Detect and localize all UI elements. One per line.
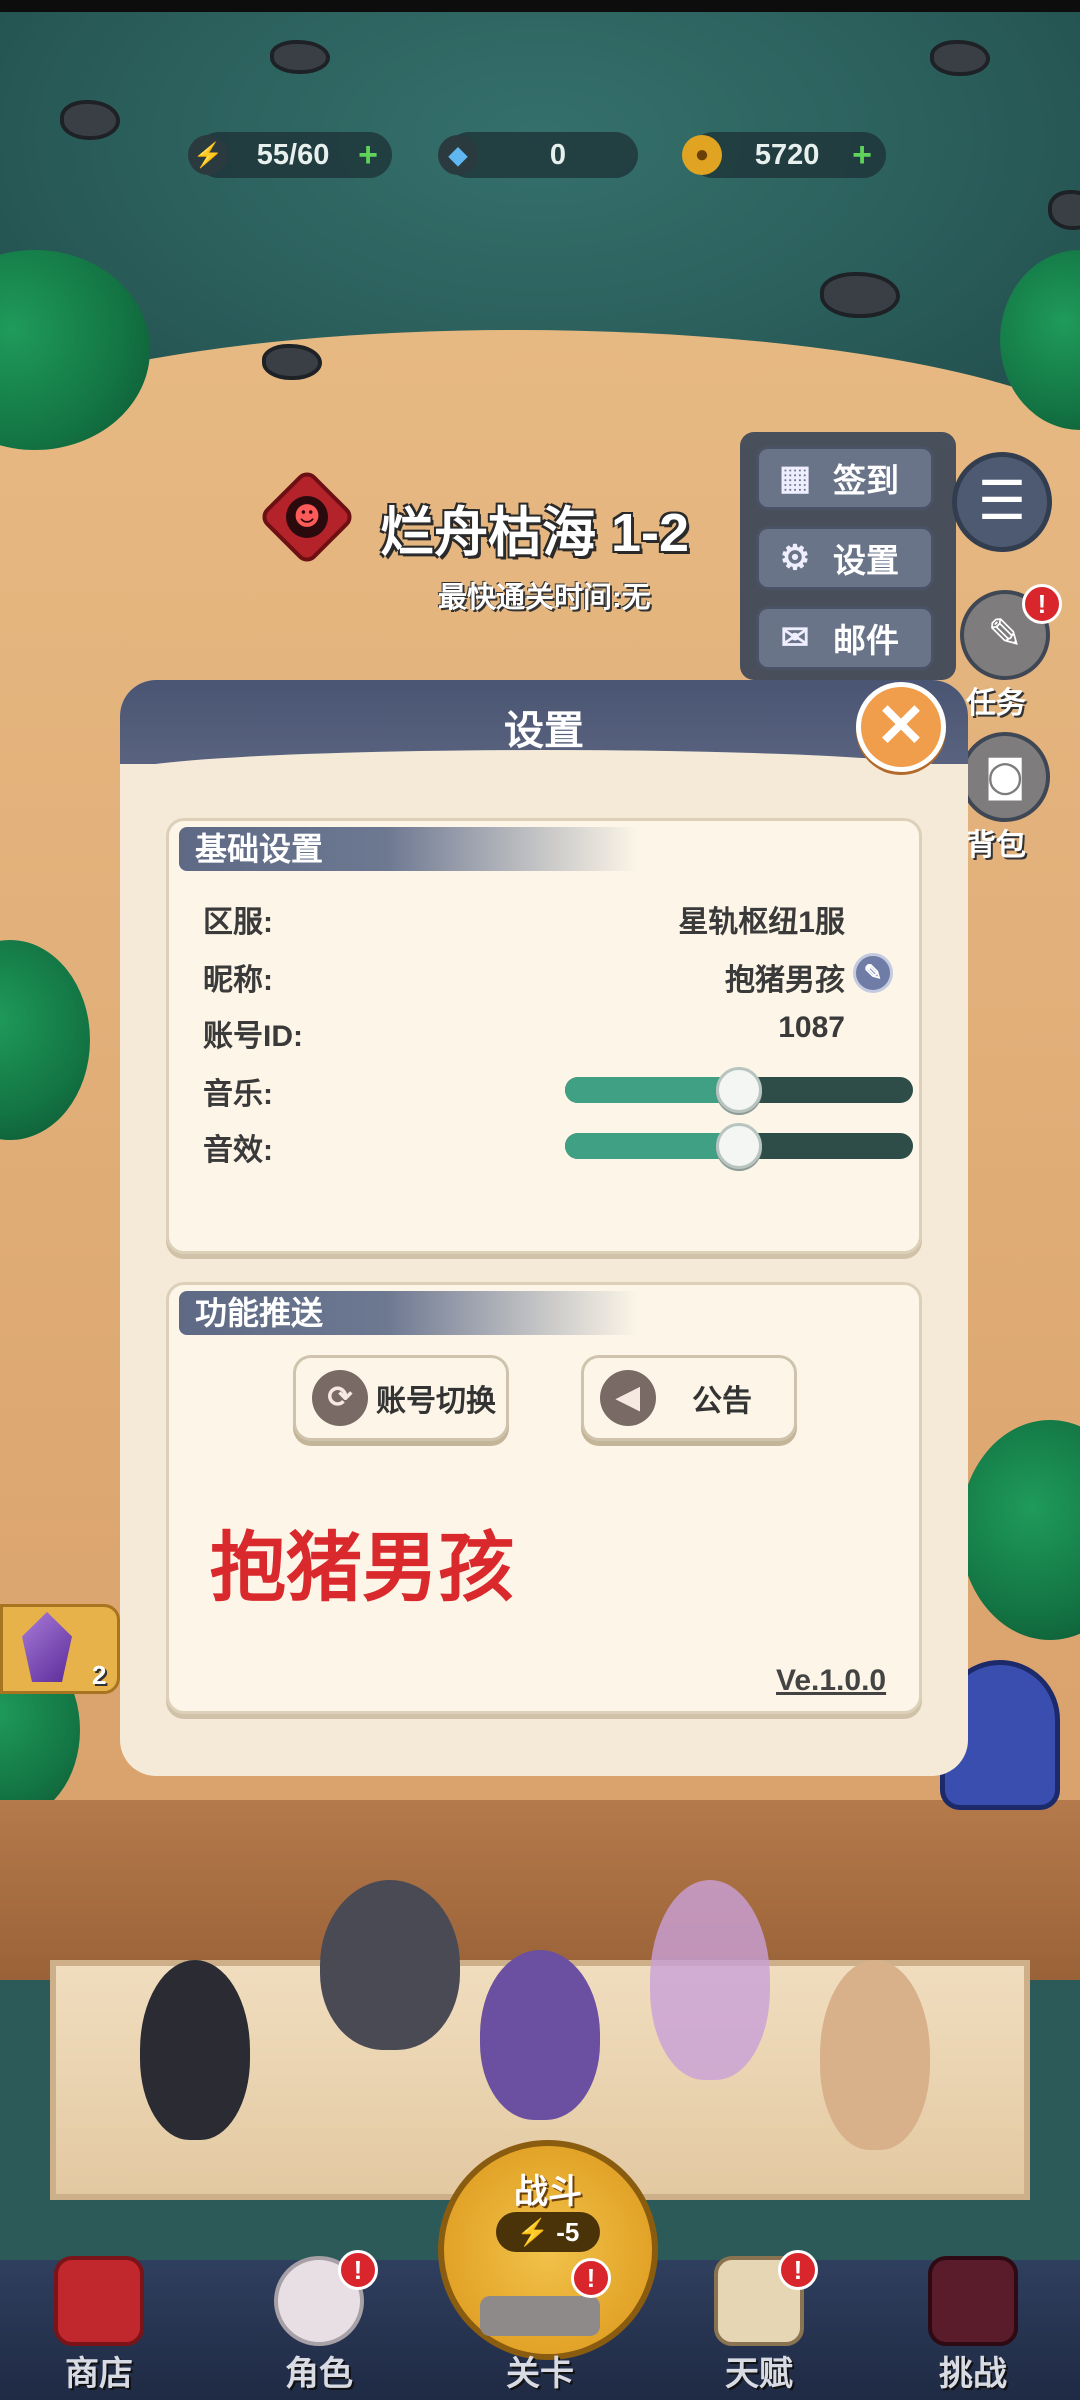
basic-settings-header: 基础设置 <box>179 827 639 871</box>
nav-shop[interactable]: 商店 <box>24 2246 174 2396</box>
talent-alert-badge: ! <box>778 2250 818 2290</box>
task-scroll-icon: ✎ <box>987 609 1023 658</box>
gold-value: 5720 <box>754 138 820 171</box>
server-row: 区服: 星轨枢纽1服 <box>203 889 893 939</box>
switch-user-icon: ⟳ <box>312 1370 368 1426</box>
nickname-label: 昵称: <box>203 964 273 997</box>
hero-character[interactable] <box>140 1960 250 2140</box>
hero-character[interactable] <box>650 1880 770 2080</box>
feature-push-header: 功能推送 <box>179 1291 639 1335</box>
close-icon: ✕ <box>875 692 927 759</box>
rock <box>60 100 120 140</box>
announcement-button[interactable]: ◀ 公告 <box>581 1355 797 1441</box>
rock <box>820 272 900 318</box>
hero-character[interactable] <box>320 1880 460 2050</box>
account-id-value: 1087 <box>778 1011 845 1044</box>
side-menu-panel: ▦ 签到 ⚙ 设置 ✉ 邮件 <box>740 432 956 680</box>
version-link[interactable]: Ve.1.0.0 <box>776 1664 886 1698</box>
challenge-book-icon <box>928 2256 1018 2346</box>
checkin-button[interactable]: ▦ 签到 <box>756 446 934 510</box>
status-bar <box>0 0 1080 12</box>
feature-push-section: 功能推送 ⟳ 账号切换 ◀ 公告 <box>166 1282 922 1714</box>
add-gold-icon[interactable]: + <box>852 136 872 175</box>
account-id-row: 账号ID: 1087 <box>203 1003 893 1053</box>
nav-talent-label: 天赋 <box>725 2355 793 2393</box>
music-slider-fill <box>565 1077 739 1103</box>
hero-character[interactable] <box>480 1950 600 2120</box>
edit-nickname-icon[interactable]: ✎ <box>853 953 893 993</box>
tasks-label: 任务 <box>966 687 1026 720</box>
nav-challenge[interactable]: 挑战 <box>898 2246 1048 2396</box>
fastest-clear-time: 最快通关时间:无 <box>438 582 651 614</box>
envelope-icon: ✉ <box>780 619 810 657</box>
diamond-icon: ◆ <box>438 135 478 175</box>
music-row: 音乐: <box>203 1061 913 1113</box>
announcement-label: 公告 <box>692 1385 752 1418</box>
character-alert-badge: ! <box>338 2250 378 2290</box>
mail-label: 邮件 <box>833 622 899 659</box>
energy-counter[interactable]: ⚡ 55/60 + <box>188 132 392 178</box>
checkin-label: 签到 <box>833 462 899 499</box>
mail-button[interactable]: ✉ 邮件 <box>756 606 934 670</box>
add-energy-icon[interactable]: + <box>358 136 378 175</box>
sfx-label: 音效: <box>203 1134 273 1167</box>
gold-counter[interactable]: ● 5720 + <box>682 132 886 178</box>
sfx-slider-fill <box>565 1133 739 1159</box>
battle-cost-value: -5 <box>556 2217 580 2247</box>
sfx-slider[interactable] <box>565 1123 913 1169</box>
backpack-icon: ◙ <box>984 751 1026 800</box>
nav-stage-label: 关卡 <box>506 2355 574 2393</box>
music-slider-handle[interactable] <box>716 1067 762 1113</box>
nickname-display: 抱猪男孩 <box>210 1526 514 1611</box>
energy-value: 55/60 <box>256 138 330 171</box>
sfx-slider-handle[interactable] <box>716 1123 762 1169</box>
settings-button[interactable]: ⚙ 设置 <box>756 526 934 590</box>
tasks-alert-badge: ! <box>1022 584 1062 624</box>
server-value: 星轨枢纽1服 <box>678 906 845 939</box>
close-dialog-button[interactable]: ✕ <box>856 682 946 772</box>
hero-character[interactable] <box>820 1960 930 2150</box>
basic-settings-section: 基础设置 区服: 星轨枢纽1服 昵称: 抱猪男孩 ✎ 账号ID: 1087 音乐… <box>166 818 922 1254</box>
server-label: 区服: <box>203 906 273 939</box>
rock <box>930 40 990 76</box>
bag-button[interactable]: ◙ <box>960 732 1050 822</box>
demon-face-icon: ☻ <box>286 496 328 538</box>
switch-account-button[interactable]: ⟳ 账号切换 <box>293 1355 509 1441</box>
megaphone-icon: ◀ <box>600 1370 656 1426</box>
account-id-label: 账号ID: <box>203 1020 303 1053</box>
hamburger-icon: ☰ <box>977 469 1027 532</box>
sfx-row: 音效: <box>203 1117 913 1169</box>
music-label: 音乐: <box>203 1078 273 1111</box>
menu-toggle-button[interactable]: ☰ <box>952 452 1052 552</box>
music-slider[interactable] <box>565 1067 913 1113</box>
dialog-title: 设置 <box>504 709 584 753</box>
nav-character-label: 角色 <box>285 2355 353 2393</box>
settings-label: 设置 <box>833 542 899 579</box>
rock <box>262 344 322 380</box>
crystal-count: 2 <box>92 1660 107 1690</box>
rock <box>270 40 330 74</box>
nav-character[interactable]: ! 角色 <box>244 2246 394 2396</box>
coin-icon: ● <box>682 135 722 175</box>
nav-challenge-label: 挑战 <box>939 2355 1007 2393</box>
nickname-value: 抱猪男孩 <box>725 964 845 997</box>
nav-stage[interactable]: ! 关卡 <box>465 2246 615 2396</box>
rifle-icon <box>480 2296 600 2336</box>
level-title: 烂舟枯海 1-2 <box>380 503 690 563</box>
nickname-row: 昵称: 抱猪男孩 ✎ <box>203 947 893 997</box>
switch-account-label: 账号切换 <box>376 1385 496 1418</box>
nav-talent[interactable]: ! 天赋 <box>684 2246 834 2396</box>
nav-shop-label: 商店 <box>65 2355 133 2393</box>
gem-counter[interactable]: ◆ 0 <box>438 132 638 178</box>
calendar-icon: ▦ <box>778 459 812 497</box>
gem-value: 0 <box>549 138 567 171</box>
battle-label: 战斗 <box>514 2173 582 2211</box>
gift-box-icon <box>54 2256 144 2346</box>
lightning-icon: ⚡ <box>188 135 228 175</box>
bag-label: 背包 <box>966 829 1026 862</box>
stage-alert-badge: ! <box>571 2258 611 2298</box>
gear-icon: ⚙ <box>779 539 811 577</box>
